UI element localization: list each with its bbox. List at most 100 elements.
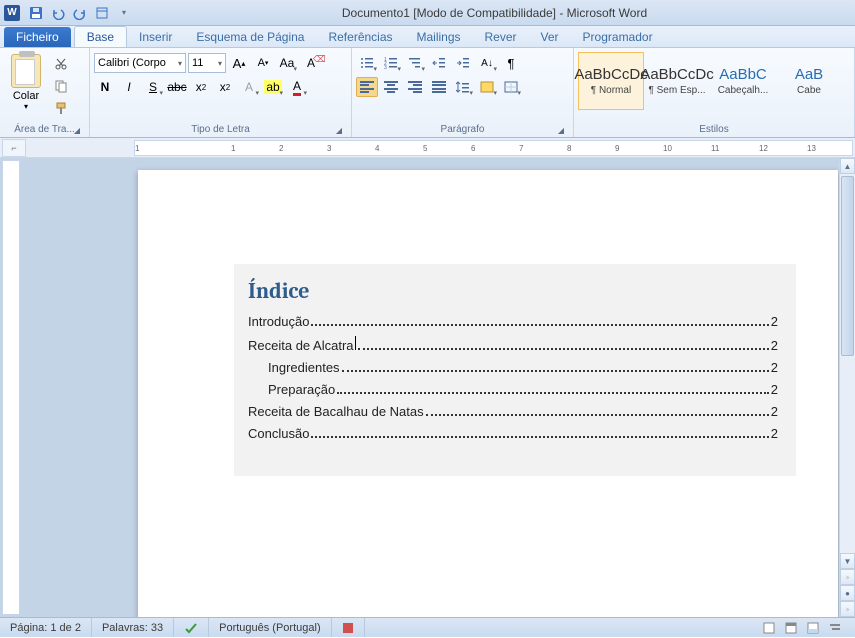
horizontal-ruler[interactable]: 11234567891011121314: [134, 140, 853, 156]
text-effects-button[interactable]: A: [238, 77, 260, 97]
tab-inserir[interactable]: Inserir: [127, 27, 184, 47]
group-label-clipboard: Área de Tra...◢: [4, 121, 85, 137]
view-full-screen[interactable]: [781, 618, 801, 638]
decrease-indent-button[interactable]: [428, 53, 450, 73]
grow-font-button[interactable]: A▴: [228, 53, 250, 73]
undo-button[interactable]: [48, 3, 68, 23]
justify-button[interactable]: [428, 77, 450, 97]
borders-button[interactable]: [500, 77, 522, 97]
cut-button[interactable]: [51, 54, 71, 74]
shading-button[interactable]: [476, 77, 498, 97]
shrink-font-button[interactable]: A▾: [252, 53, 274, 73]
paste-button[interactable]: Colar ▾: [4, 50, 48, 111]
page-viewport[interactable]: Índice Introdução2Receita de Alcatra2Ing…: [20, 158, 839, 617]
format-painter-button[interactable]: [51, 98, 71, 118]
style-item[interactable]: AaBbCcDc¶ Normal: [578, 52, 644, 110]
chevron-down-icon[interactable]: ▾: [175, 59, 182, 68]
toc-entry-label: Conclusão: [248, 426, 309, 441]
increase-indent-button[interactable]: [452, 53, 474, 73]
view-print-layout[interactable]: [759, 618, 779, 638]
line-spacing-button[interactable]: [452, 77, 474, 97]
dialog-launcher-icon[interactable]: ◢: [333, 124, 345, 136]
toc-entry-label: Receita de Bacalhau de Natas: [248, 404, 424, 419]
title-bar: W ▾ Documento1 [Modo de Compatibilidade]…: [0, 0, 855, 26]
qat-custom-button[interactable]: [92, 3, 112, 23]
copy-button[interactable]: [51, 76, 71, 96]
status-language[interactable]: Português (Portugal): [209, 618, 332, 637]
toc-entry-label: Receita de Alcatra: [248, 338, 354, 353]
scroll-down-button[interactable]: ▼: [840, 553, 855, 569]
save-button[interactable]: [26, 3, 46, 23]
toc-field[interactable]: Índice Introdução2Receita de Alcatra2Ing…: [234, 264, 796, 476]
redo-button[interactable]: [70, 3, 90, 23]
qat-dropdown[interactable]: ▾: [114, 3, 134, 23]
toc-entry[interactable]: Receita de Bacalhau de Natas 2: [248, 404, 778, 419]
bullets-button[interactable]: [356, 53, 378, 73]
tab-mailings[interactable]: Mailings: [405, 27, 473, 47]
toc-entry[interactable]: Receita de Alcatra 2: [248, 336, 778, 353]
vertical-scrollbar[interactable]: ▲ ▼ ◦ ● ◦: [839, 158, 855, 617]
tab-programador[interactable]: Programador: [571, 27, 665, 47]
italic-button[interactable]: I: [118, 77, 140, 97]
scroll-thumb[interactable]: [841, 176, 854, 356]
show-marks-button[interactable]: ¶: [500, 53, 522, 73]
multilevel-list-button[interactable]: [404, 53, 426, 73]
bold-button[interactable]: N: [94, 77, 116, 97]
status-words[interactable]: Palavras: 33: [92, 618, 174, 637]
window-title: Documento1 [Modo de Compatibilidade] - M…: [134, 6, 855, 20]
style-item[interactable]: AaBbCcDc¶ Sem Esp...: [644, 52, 710, 110]
numbering-button[interactable]: 123: [380, 53, 402, 73]
tab-ficheiro[interactable]: Ficheiro: [4, 27, 71, 47]
highlight-button[interactable]: ab: [262, 77, 284, 97]
font-size-combo[interactable]: 11▾: [188, 53, 226, 73]
tab-referências[interactable]: Referências: [316, 27, 404, 47]
prev-page-button[interactable]: ◦: [840, 569, 855, 585]
toc-entry-label: Introdução: [248, 314, 309, 329]
dialog-launcher-icon[interactable]: ◢: [71, 124, 83, 136]
tab-ver[interactable]: Ver: [529, 27, 571, 47]
status-proofing[interactable]: [174, 618, 209, 637]
group-paragraph: 123 A↓ ¶ Parágrafo◢: [352, 48, 574, 137]
tab-base[interactable]: Base: [74, 26, 127, 47]
tab-rever[interactable]: Rever: [473, 27, 529, 47]
view-web-layout[interactable]: [803, 618, 823, 638]
toc-entry-page: 2: [771, 338, 778, 353]
font-color-button[interactable]: A: [286, 77, 308, 97]
tab-esquema-de-página[interactable]: Esquema de Página: [184, 27, 316, 47]
toc-entry-page: 2: [771, 404, 778, 419]
clear-formatting-button[interactable]: A⌫: [300, 53, 322, 73]
toc-entry-label: Ingredientes: [268, 360, 340, 375]
browse-object-button[interactable]: ●: [840, 585, 855, 601]
style-item[interactable]: AaBCabe: [776, 52, 842, 110]
scroll-track[interactable]: [840, 174, 855, 553]
tab-selector[interactable]: ⌐: [2, 139, 26, 157]
next-page-button[interactable]: ◦: [840, 601, 855, 617]
toc-entry[interactable]: Conclusão2: [248, 426, 778, 441]
chevron-down-icon: ▾: [24, 102, 28, 111]
ribbon: Colar ▾ Área de Tra...◢ Calibri (Corpo▾ …: [0, 48, 855, 138]
strikethrough-button[interactable]: abc: [166, 77, 188, 97]
subscript-button[interactable]: x2: [190, 77, 212, 97]
status-page[interactable]: Página: 1 de 2: [0, 618, 92, 637]
align-left-button[interactable]: [356, 77, 378, 97]
sort-button[interactable]: A↓: [476, 53, 498, 73]
vertical-ruler[interactable]: [2, 160, 20, 615]
align-right-button[interactable]: [404, 77, 426, 97]
underline-button[interactable]: S: [142, 77, 164, 97]
toc-entry[interactable]: Ingredientes2: [248, 360, 778, 375]
style-item[interactable]: AaBbCCabeçalh...: [710, 52, 776, 110]
styles-gallery[interactable]: AaBbCcDc¶ NormalAaBbCcDc¶ Sem Esp...AaBb…: [578, 50, 842, 110]
document-page[interactable]: Índice Introdução2Receita de Alcatra2Ing…: [138, 170, 838, 617]
superscript-button[interactable]: x2: [214, 77, 236, 97]
toc-title: Índice: [248, 278, 778, 304]
toc-entry[interactable]: Preparação2: [248, 382, 778, 397]
dialog-launcher-icon[interactable]: ◢: [555, 124, 567, 136]
chevron-down-icon[interactable]: ▾: [215, 59, 222, 68]
toc-entry[interactable]: Introdução2: [248, 314, 778, 329]
align-center-button[interactable]: [380, 77, 402, 97]
font-family-combo[interactable]: Calibri (Corpo▾: [94, 53, 186, 73]
change-case-button[interactable]: Aa: [276, 53, 298, 73]
scroll-up-button[interactable]: ▲: [840, 158, 855, 174]
status-macro[interactable]: [332, 618, 365, 637]
view-outline[interactable]: [825, 618, 845, 638]
